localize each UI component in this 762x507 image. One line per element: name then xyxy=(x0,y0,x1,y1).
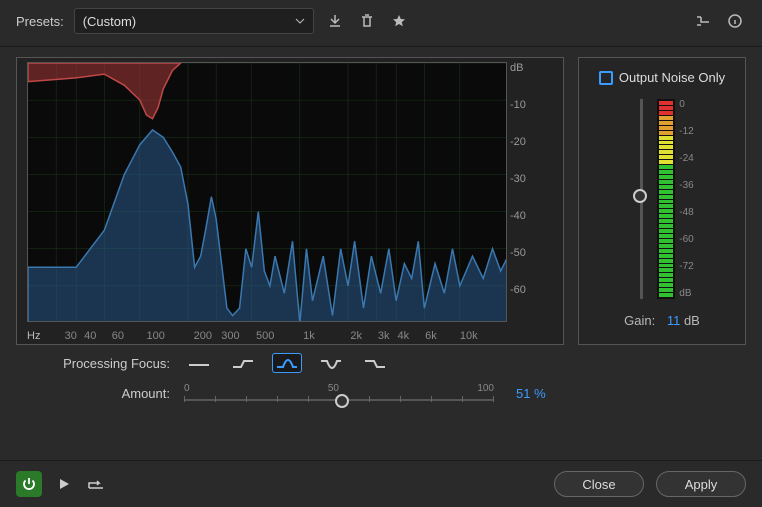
delete-preset-icon[interactable] xyxy=(356,10,378,32)
output-panel: Output Noise Only 0-12-24-36-48-60-72dB … xyxy=(578,57,746,345)
checkbox-icon xyxy=(599,71,613,85)
spectrum-graph-panel: dB-10-20-30-40-50-60 Hz30406010020030050… xyxy=(16,57,564,345)
apply-button[interactable]: Apply xyxy=(656,471,746,497)
gain-slider[interactable] xyxy=(640,99,643,299)
power-toggle[interactable] xyxy=(16,471,42,497)
favorite-icon[interactable] xyxy=(388,10,410,32)
y-axis-labels: dB-10-20-30-40-50-60 xyxy=(510,62,526,321)
presets-label: Presets: xyxy=(16,14,64,29)
save-preset-icon[interactable] xyxy=(324,10,346,32)
close-button[interactable]: Close xyxy=(554,471,644,497)
focus-peak[interactable] xyxy=(272,353,302,373)
amount-slider-thumb[interactable] xyxy=(335,394,349,408)
focus-highshelf[interactable] xyxy=(360,353,390,373)
gain-readout: Gain: 11 dB xyxy=(624,313,700,328)
focus-lowshelf[interactable] xyxy=(228,353,258,373)
output-noise-label: Output Noise Only xyxy=(619,70,725,85)
routing-icon[interactable] xyxy=(692,10,714,32)
gain-value[interactable]: 11 xyxy=(667,313,681,328)
presets-value: (Custom) xyxy=(83,14,136,29)
amount-slider[interactable]: 0 50 100 xyxy=(184,383,494,404)
presets-dropdown[interactable]: (Custom) xyxy=(74,8,314,34)
x-axis-labels: Hz3040601002003005001k2k3k4k6k10k xyxy=(27,330,523,342)
processing-focus-label: Processing Focus: xyxy=(40,356,170,371)
amount-label: Amount: xyxy=(40,386,170,401)
play-button[interactable] xyxy=(54,474,74,494)
info-icon[interactable] xyxy=(724,10,746,32)
loop-button[interactable] xyxy=(86,474,106,494)
focus-flat[interactable] xyxy=(184,353,214,373)
meter-labels: 0-12-24-36-48-60-72dB xyxy=(679,99,693,299)
output-noise-checkbox[interactable]: Output Noise Only xyxy=(599,70,725,85)
chevron-down-icon xyxy=(295,16,305,26)
focus-notch[interactable] xyxy=(316,353,346,373)
level-meter xyxy=(657,99,675,299)
amount-value[interactable]: 51 % xyxy=(516,386,546,401)
gain-slider-thumb[interactable] xyxy=(633,189,647,203)
spectrum-graph[interactable] xyxy=(27,62,507,322)
